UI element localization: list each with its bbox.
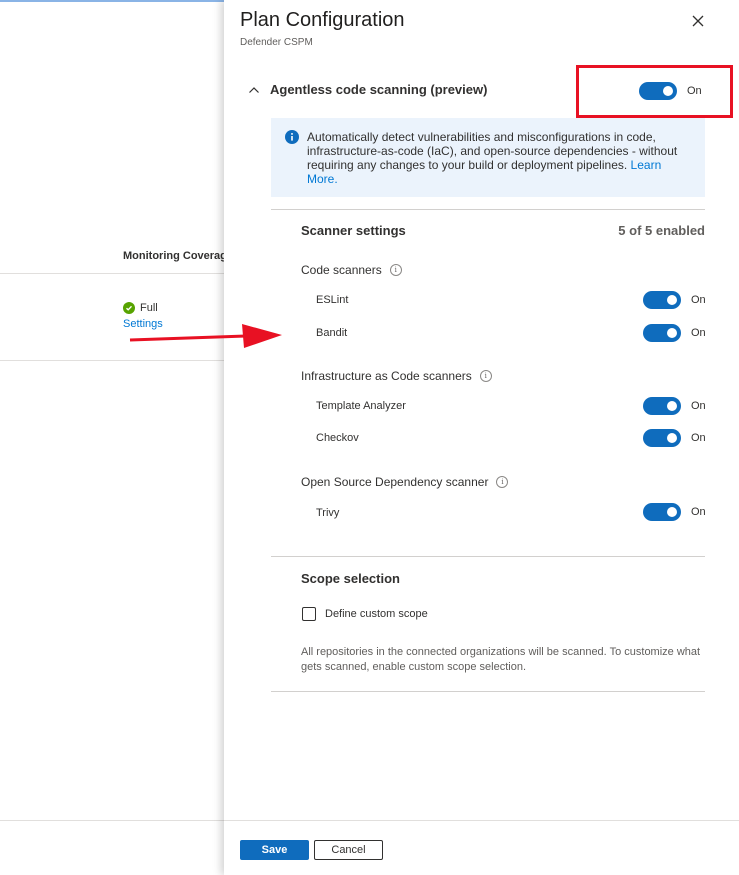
trivy-toggle[interactable]: On [643,503,706,521]
scanner-settings-title: Scanner settings [301,223,406,238]
info-banner: Automatically detect vulnerabilities and… [271,118,705,197]
background-top-border [0,0,224,2]
scanner-bandit-label: Bandit [316,327,348,339]
red-arrow-annotation [129,324,282,348]
group-iac-scanners: Infrastructure as Code scanners i [301,369,492,383]
close-icon [692,15,704,27]
scanner-eslint-label: ESLint [316,294,349,306]
toggle-track [643,429,681,447]
scanner-trivy-label: Trivy [316,507,340,519]
scope-selection-title: Scope selection [301,571,400,586]
table-divider [0,360,224,361]
coverage-status: Full [123,302,158,314]
toggle-track [643,503,681,521]
toggle-track [643,324,681,342]
save-button[interactable]: Save [240,840,309,860]
eslint-toggle[interactable]: On [643,291,706,309]
group-oss-scanner: Open Source Dependency scanner i [301,475,509,489]
footer-divider [224,820,739,821]
info-text: Automatically detect vulnerabilities and… [307,130,678,186]
plan-configuration-panel: Plan Configuration Defender CSPM Agentle… [224,0,739,875]
section-divider [271,209,705,210]
section-divider [271,691,705,692]
section-title: Agentless code scanning (preview) [270,82,488,97]
cancel-button[interactable]: Cancel [314,840,383,860]
agentless-section-header[interactable]: Agentless code scanning (preview) [248,82,487,97]
toggle-track [643,291,681,309]
info-tooltip-icon[interactable]: i [479,370,492,382]
toggle-track [643,397,681,415]
check-circle-icon [123,302,135,314]
info-tooltip-icon[interactable]: i [496,476,509,488]
monitoring-coverage-column-header: Monitoring Coverage [123,250,224,262]
scanner-checkov-label: Checkov [316,432,359,444]
template-analyzer-toggle[interactable]: On [643,397,706,415]
define-custom-scope-label[interactable]: Define custom scope [325,608,428,620]
info-tooltip-icon[interactable]: i [389,264,402,276]
group-code-scanners: Code scanners i [301,263,402,277]
table-divider [0,820,224,821]
panel-title: Plan Configuration [240,9,405,31]
panel-subtitle: Defender CSPM [240,37,313,48]
define-custom-scope-checkbox[interactable] [302,607,316,621]
scope-description: All repositories in the connected organi… [301,646,701,673]
close-button[interactable] [689,12,707,30]
highlight-annotation-box [576,65,733,118]
info-icon [285,130,299,144]
section-divider [271,556,705,557]
table-divider [0,273,224,274]
coverage-status-text: Full [140,302,158,314]
bandit-toggle[interactable]: On [643,324,706,342]
chevron-up-icon [249,86,259,93]
scanner-template-analyzer-label: Template Analyzer [316,400,406,412]
enabled-count: 5 of 5 enabled [618,223,705,238]
checkov-toggle[interactable]: On [643,429,706,447]
